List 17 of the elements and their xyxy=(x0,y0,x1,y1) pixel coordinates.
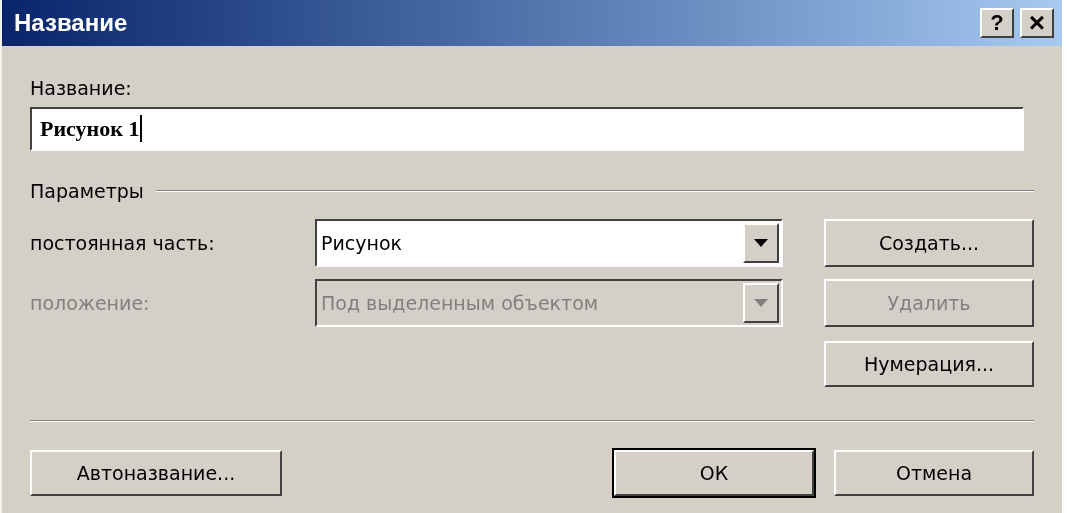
field-label: постоянная часть: xyxy=(30,230,216,256)
close-button[interactable]: × xyxy=(1020,8,1054,38)
field-label: положение: xyxy=(30,290,151,316)
action-button[interactable]: Создать... xyxy=(824,219,1034,267)
field-label: Название: xyxy=(30,76,133,101)
dropdown-value: Под выделенным объектом xyxy=(321,290,599,316)
caption-field[interactable]: Рисунок 1 xyxy=(30,106,1024,151)
window-title: Название xyxy=(14,8,128,38)
group-title: Параметры xyxy=(30,178,144,204)
caption-value: Рисунок 1 xyxy=(40,114,143,143)
help-button[interactable]: ? xyxy=(980,8,1014,38)
dropdown-value: Рисунок xyxy=(321,230,403,256)
dialog-button[interactable]: Отмена xyxy=(834,450,1034,496)
numbering-button[interactable]: Нумерация... xyxy=(824,341,1034,387)
dialog-button[interactable]: ОК xyxy=(614,450,814,496)
dropdown[interactable]: Рисунок xyxy=(315,219,783,267)
dialog-button[interactable]: Автоназвание... xyxy=(30,450,282,496)
